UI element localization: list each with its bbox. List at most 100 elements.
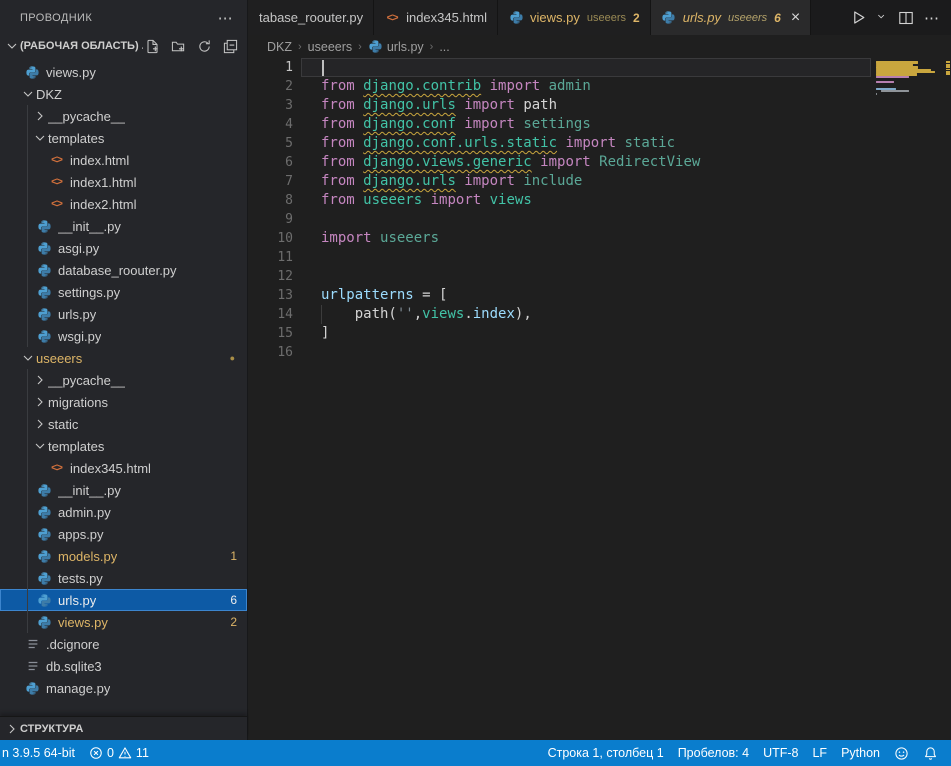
code-line-2[interactable]: 2from django.contrib import admin bbox=[249, 77, 951, 96]
status-indentation[interactable]: Пробелов: 4 bbox=[671, 746, 756, 760]
tree-item-label: __init__.py bbox=[58, 219, 121, 234]
tree-folder-static[interactable]: static bbox=[0, 413, 247, 435]
bell-icon bbox=[923, 746, 938, 761]
run-dropdown-button[interactable] bbox=[874, 10, 891, 25]
code-line-13[interactable]: 13urlpatterns = [ bbox=[249, 286, 951, 305]
tree-folder-__pycache__[interactable]: __pycache__ bbox=[0, 369, 247, 391]
tree-file-wsgi.py[interactable]: wsgi.py bbox=[0, 325, 247, 347]
breadcrumb-item-urls.py[interactable]: urls.py bbox=[368, 39, 424, 54]
tree-file-.dcignore[interactable]: .dcignore bbox=[0, 633, 247, 655]
tree-folder-__pycache__[interactable]: __pycache__ bbox=[0, 105, 247, 127]
tree-file-index2.html[interactable]: <>index2.html bbox=[0, 193, 247, 215]
tree-file-asgi.py[interactable]: asgi.py bbox=[0, 237, 247, 259]
more-icon: ⋯ bbox=[924, 9, 940, 27]
tree-folder-migrations[interactable]: migrations bbox=[0, 391, 247, 413]
folder-chevron-icon bbox=[32, 394, 48, 410]
status-problems[interactable]: 011 bbox=[82, 746, 156, 760]
tree-file-index1.html[interactable]: <>index1.html bbox=[0, 171, 247, 193]
tab-urls.py[interactable]: urls.pyuseeers6× bbox=[651, 0, 811, 35]
tab-tabase_roouter.py[interactable]: tabase_roouter.py bbox=[249, 0, 374, 35]
code-line-7[interactable]: 7from django.urls import include bbox=[249, 172, 951, 191]
tab-label: views.py bbox=[530, 10, 580, 25]
new-file-button[interactable] bbox=[143, 37, 161, 55]
outline-section-header[interactable]: СТРУКТУРА bbox=[0, 716, 247, 740]
breadcrumb-item-useeers[interactable]: useeers bbox=[308, 40, 352, 54]
python-file-icon bbox=[25, 65, 40, 80]
python-file-icon bbox=[368, 39, 383, 54]
tree-item-label: settings.py bbox=[58, 285, 120, 300]
code-line-4[interactable]: 4from django.conf import settings bbox=[249, 115, 951, 134]
line-number: 16 bbox=[249, 343, 293, 362]
code-line-8[interactable]: 8from useeers import views bbox=[249, 191, 951, 210]
python-file-icon bbox=[37, 219, 52, 234]
line-content bbox=[301, 248, 871, 267]
status-notifications[interactable] bbox=[916, 746, 945, 761]
line-content: from django.urls import include bbox=[301, 172, 871, 191]
tree-folder-templates[interactable]: templates bbox=[0, 435, 247, 457]
tree-file-urls.py[interactable]: urls.py bbox=[0, 303, 247, 325]
code-line-5[interactable]: 5from django.conf.urls.static import sta… bbox=[249, 134, 951, 153]
new-folder-icon bbox=[171, 39, 186, 54]
tree-folder-DKZ[interactable]: DKZ bbox=[0, 83, 247, 105]
editor-actions: ⋯ bbox=[847, 0, 951, 35]
tree-file-index.html[interactable]: <>index.html bbox=[0, 149, 247, 171]
status-eol[interactable]: LF bbox=[805, 746, 834, 760]
status-cursor-position[interactable]: Строка 1, столбец 1 bbox=[541, 746, 671, 760]
tree-file-db.sqlite3[interactable]: db.sqlite3 bbox=[0, 655, 247, 677]
breadcrumb-item-DKZ[interactable]: DKZ bbox=[267, 40, 292, 54]
python-file-icon bbox=[37, 285, 52, 300]
tree-file-models.py[interactable]: models.py1 bbox=[0, 545, 247, 567]
code-line-3[interactable]: 3from django.urls import path bbox=[249, 96, 951, 115]
tree-file-urls.py[interactable]: urls.py6 bbox=[0, 589, 247, 611]
workspace-section-header[interactable]: (РАБОЧАЯ ОБЛАСТЬ) ... bbox=[0, 35, 247, 57]
status-language-mode[interactable]: Python bbox=[834, 746, 887, 760]
more-button[interactable]: ⋯ bbox=[921, 7, 943, 29]
tab-views.py[interactable]: views.pyuseeers2 bbox=[498, 0, 651, 35]
status-feedback[interactable] bbox=[887, 746, 916, 761]
explorer-more-icon[interactable]: ⋯ bbox=[214, 9, 237, 27]
tree-item-label: models.py bbox=[58, 549, 117, 564]
code-line-16[interactable]: 16 bbox=[249, 343, 951, 362]
code-editor[interactable]: 12from django.contrib import admin3from … bbox=[249, 58, 951, 740]
close-tab-icon[interactable]: × bbox=[791, 11, 800, 25]
minimap[interactable] bbox=[872, 58, 944, 740]
tree-file-settings.py[interactable]: settings.py bbox=[0, 281, 247, 303]
code-line-1[interactable]: 1 bbox=[249, 58, 951, 77]
smiley-icon bbox=[894, 746, 909, 761]
refresh-button[interactable] bbox=[195, 37, 213, 55]
tree-file-views.py[interactable]: views.py2 bbox=[0, 611, 247, 633]
tree-item-label: db.sqlite3 bbox=[46, 659, 102, 674]
tree-file-index345.html[interactable]: <>index345.html bbox=[0, 457, 247, 479]
tree-file-database_roouter.py[interactable]: database_roouter.py bbox=[0, 259, 247, 281]
tree-file-__init__.py[interactable]: __init__.py bbox=[0, 479, 247, 501]
code-line-9[interactable]: 9 bbox=[249, 210, 951, 229]
breadcrumb-label: urls.py bbox=[387, 40, 424, 54]
tree-file-views.py[interactable]: views.py bbox=[0, 61, 247, 83]
tree-folder-useeers[interactable]: useeers● bbox=[0, 347, 247, 369]
code-line-14[interactable]: 14 path('',views.index), bbox=[249, 305, 951, 324]
code-line-11[interactable]: 11 bbox=[249, 248, 951, 267]
tree-file-__init__.py[interactable]: __init__.py bbox=[0, 215, 247, 237]
code-line-10[interactable]: 10import useeers bbox=[249, 229, 951, 248]
split-editor-button[interactable] bbox=[895, 8, 917, 28]
tree-folder-templates[interactable]: templates bbox=[0, 127, 247, 149]
editor-area: tabase_roouter.py<>index345.html views.p… bbox=[249, 0, 951, 740]
explorer-title: ПРОВОДНИК bbox=[20, 12, 92, 24]
status-encoding[interactable]: UTF-8 bbox=[756, 746, 805, 760]
code-line-15[interactable]: 15] bbox=[249, 324, 951, 343]
tree-item-label: database_roouter.py bbox=[58, 263, 177, 278]
status-python-version[interactable]: n 3.9.5 64-bit bbox=[0, 746, 82, 760]
breadcrumb-item-...[interactable]: ... bbox=[439, 40, 449, 54]
collapse-all-button[interactable] bbox=[221, 37, 239, 55]
code-line-6[interactable]: 6from django.views.generic import Redire… bbox=[249, 153, 951, 172]
code-line-12[interactable]: 12 bbox=[249, 267, 951, 286]
run-button[interactable] bbox=[847, 7, 870, 28]
tab-index345.html[interactable]: <>index345.html bbox=[374, 0, 498, 35]
tree-file-admin.py[interactable]: admin.py bbox=[0, 501, 247, 523]
tree-file-apps.py[interactable]: apps.py bbox=[0, 523, 247, 545]
tree-item-label: templates bbox=[48, 131, 104, 146]
tree-file-tests.py[interactable]: tests.py bbox=[0, 567, 247, 589]
tree-file-manage.py[interactable]: manage.py bbox=[0, 677, 247, 699]
new-folder-button[interactable] bbox=[169, 37, 187, 55]
tree-item-label: urls.py bbox=[58, 593, 96, 608]
